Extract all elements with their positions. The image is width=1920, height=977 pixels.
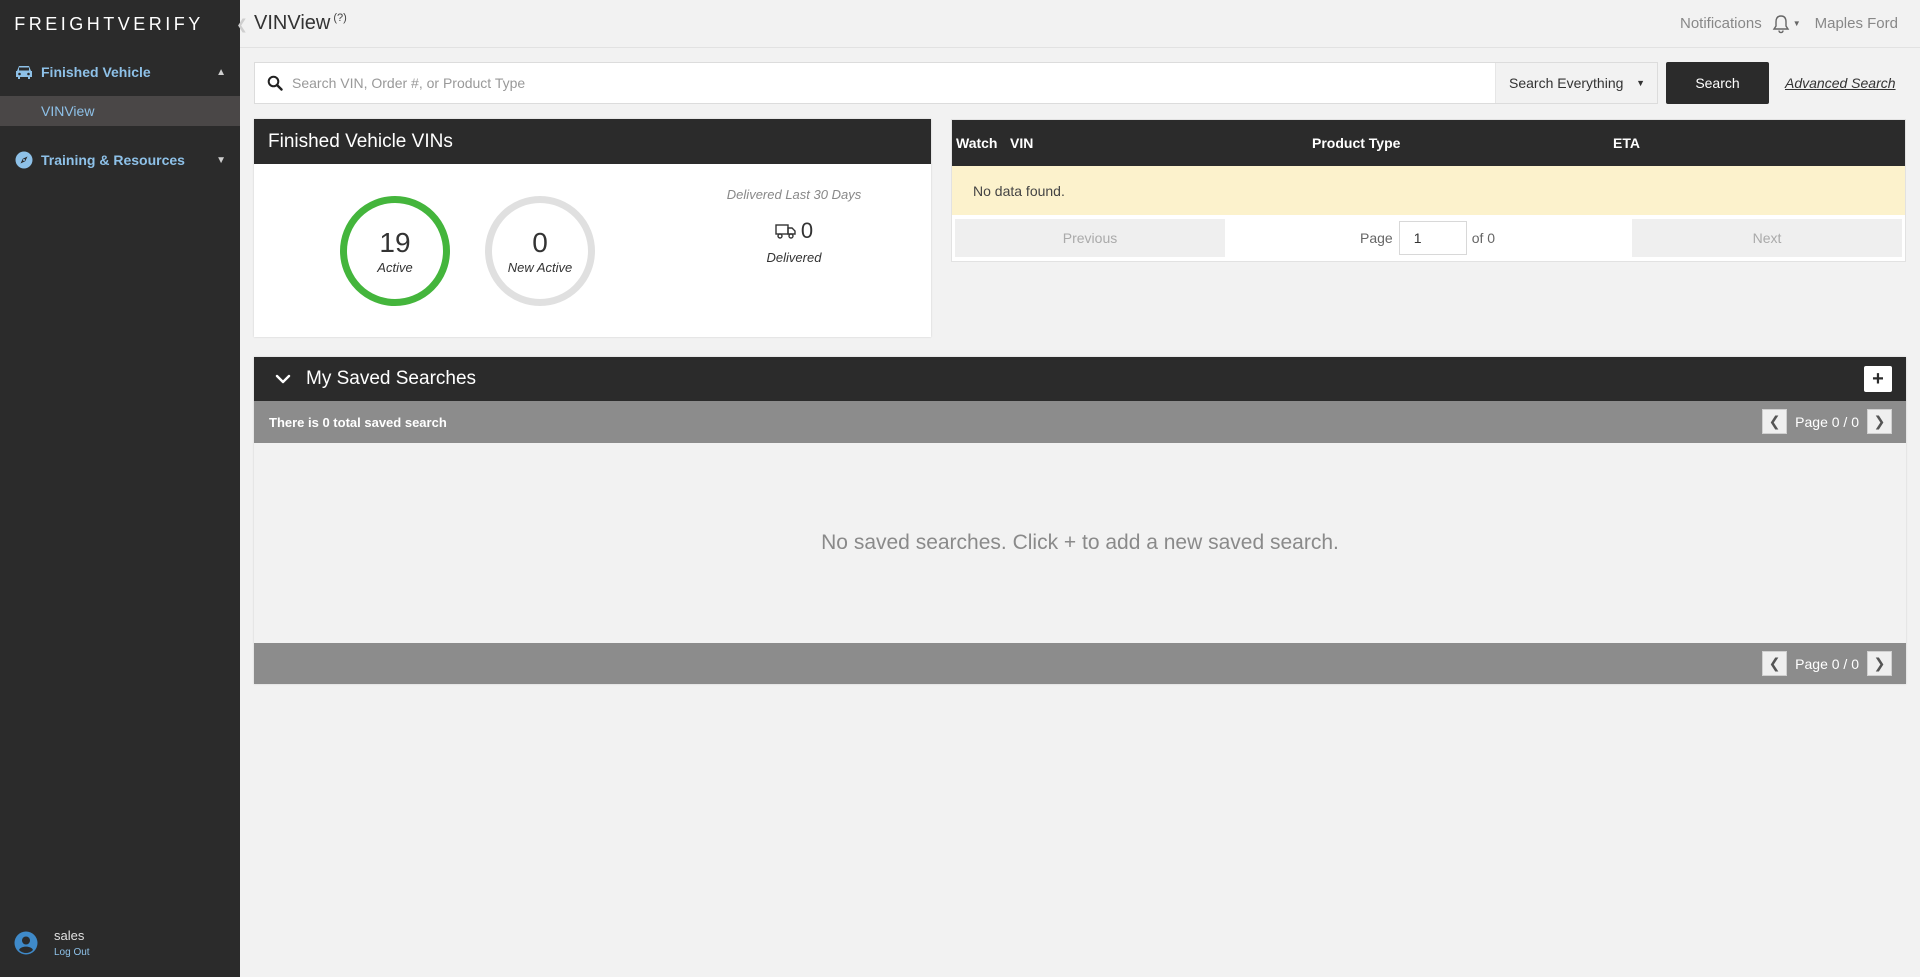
logout-link[interactable]: Log Out [54, 947, 90, 958]
bell-icon[interactable] [1770, 13, 1792, 35]
search-input[interactable] [292, 75, 1495, 91]
new-active-count: 0 [532, 226, 548, 258]
logo-text: FREIGHTVERIFY [14, 13, 204, 34]
active-label: Active [377, 259, 413, 275]
column-header-product-type[interactable]: Product Type [1312, 135, 1400, 151]
saved-searches-pager-bottom: ❮ Page 0 / 0 ❯ [1762, 651, 1892, 676]
saved-searches-panel: My Saved Searches + There is 0 total sav… [254, 357, 1906, 684]
caret-down-icon: ▼ [1636, 78, 1645, 88]
help-icon[interactable]: (?) [333, 12, 346, 24]
previous-page-button[interactable]: Previous [955, 219, 1225, 257]
next-page-button[interactable]: Next [1632, 219, 1902, 257]
caret-down-icon: ▼ [216, 154, 226, 166]
saved-searches-count-bar: There is 0 total saved search ❮ Page 0 /… [254, 401, 1906, 443]
search-scope-value: Search Everything [1509, 75, 1624, 91]
sidebar-item-vinview[interactable]: VINView [0, 96, 240, 126]
chevron-left-icon[interactable]: ❮ [1762, 651, 1788, 676]
sidebar-section-training-resources[interactable]: Training & Resources ▼ [0, 136, 240, 184]
user-avatar-icon [14, 931, 38, 955]
vin-table: Watch VIN Product Type ETA No data found… [951, 119, 1906, 262]
sidebar-section-label: Finished Vehicle [41, 64, 151, 80]
table-header: Watch VIN Product Type ETA [952, 120, 1905, 166]
page-total: of 0 [1471, 230, 1496, 246]
page-indicator: Page of 0 [1360, 221, 1495, 255]
active-count: 19 [379, 226, 411, 258]
no-data-message: No data found. [952, 166, 1905, 215]
page-number-input[interactable] [1398, 221, 1467, 255]
column-header-watch[interactable]: Watch [956, 135, 997, 151]
saved-page-text: Page 0 / 0 [1795, 655, 1859, 672]
search-box: Search Everything ▼ [254, 62, 1658, 104]
search-button[interactable]: Search [1666, 62, 1769, 104]
account-name[interactable]: Maples Ford [1815, 15, 1898, 32]
user-name: sales [54, 928, 85, 943]
page-title: VINView [254, 12, 331, 34]
delivered-title: Delivered Last 30 Days [726, 187, 862, 202]
delivered-block[interactable]: Delivered Last 30 Days 0 Delivered [699, 187, 889, 265]
finished-vehicle-vins-card: Finished Vehicle VINs 19 Active 0 New Ac… [254, 119, 931, 337]
delivered-row: 0 [699, 218, 889, 244]
saved-searches-pager-top: ❮ Page 0 / 0 ❯ [1762, 409, 1892, 434]
truck-icon [775, 223, 797, 239]
advanced-search-link[interactable]: Advanced Search [1785, 75, 1896, 91]
chevron-down-icon[interactable] [274, 370, 292, 388]
delivered-label: Delivered [766, 250, 822, 265]
search-scope-select[interactable]: Search Everything ▼ [1495, 63, 1657, 103]
saved-searches-empty-message: No saved searches. Click + to add a new … [821, 531, 1339, 554]
sidebar: FREIGHTVERIFY ❮ Finished Vehicle ▲ VINVi… [0, 0, 248, 977]
chevron-right-icon[interactable]: ❯ [1867, 409, 1892, 434]
search-icon [267, 75, 283, 91]
top-bar: VINView (?) Notifications ▼ Maples Ford [240, 0, 1920, 48]
saved-searches-title: My Saved Searches [306, 368, 477, 389]
new-active-label: New Active [507, 259, 573, 275]
card-title: Finished Vehicle VINs [254, 119, 931, 164]
table-pagination: Previous Page of 0 Next [952, 215, 1905, 261]
saved-searches-header: My Saved Searches + [254, 357, 1906, 401]
compass-icon [14, 150, 34, 170]
saved-page-text: Page 0 / 0 [1795, 413, 1859, 430]
chevron-left-icon[interactable]: ❮ [1762, 409, 1788, 434]
user-block: sales Log Out [0, 921, 240, 965]
logo[interactable]: FREIGHTVERIFY ❮ [0, 0, 248, 48]
notifications-label[interactable]: Notifications [1680, 15, 1762, 32]
new-active-count-ring[interactable]: 0 New Active [485, 196, 595, 306]
caret-down-icon[interactable]: ▼ [1793, 19, 1801, 28]
active-count-ring[interactable]: 19 Active [340, 196, 450, 306]
caret-up-icon: ▲ [216, 66, 226, 78]
sidebar-section-finished-vehicle[interactable]: Finished Vehicle ▲ [0, 48, 240, 96]
help-glyph: ? [337, 11, 344, 24]
saved-searches-count: There is 0 total saved search [269, 414, 447, 430]
page-label: Page [1360, 230, 1393, 246]
delivered-count: 0 [800, 218, 814, 243]
saved-searches-footer: ❮ Page 0 / 0 ❯ [254, 643, 1906, 684]
column-header-eta[interactable]: ETA [1613, 135, 1640, 151]
sidebar-section-label: Training & Resources [41, 152, 185, 168]
add-saved-search-button[interactable]: + [1864, 366, 1892, 392]
chevron-right-icon[interactable]: ❯ [1867, 651, 1892, 676]
column-header-vin[interactable]: VIN [1010, 135, 1033, 151]
top-bar-right: Notifications ▼ Maples Ford [1680, 13, 1920, 35]
car-icon [14, 62, 34, 82]
